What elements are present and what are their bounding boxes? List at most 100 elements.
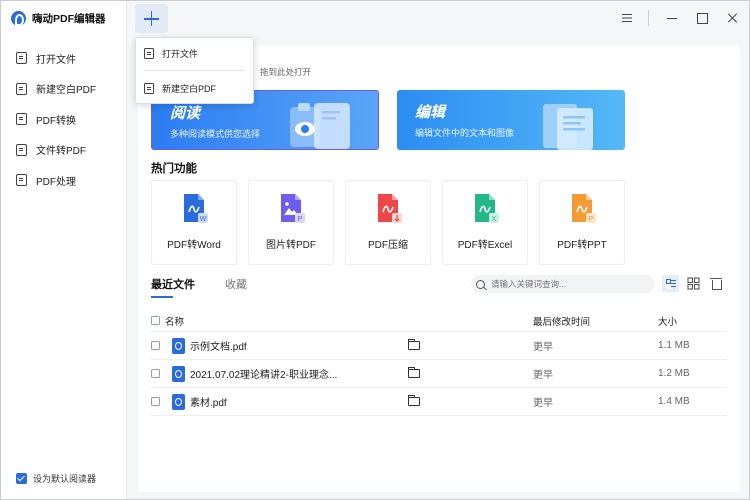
search-icon [476,279,485,289]
row-name-cell: 素材.pdf [151,393,533,410]
header-name: 名称 [165,316,185,328]
sidebar-item-file-to-pdf[interactable]: 文件转PDF [1,135,127,166]
new-pdf-icon [16,82,27,95]
tab-favorites[interactable]: 收藏 [225,276,247,298]
pdf-to-ppt-icon: P [572,194,596,223]
table-header: 名称 最后修改时间 大小 [151,310,727,332]
file-name[interactable]: 素材.pdf [190,394,408,409]
app-window: 嗨动PDF编辑器 打开文件 新建空白PDF PDF转换 文件转PDF PDF处理 [0,0,750,500]
image-to-pdf-icon: P [281,194,305,223]
default-reader-toggle[interactable]: 设为默认阅读器 [16,472,96,485]
sidebar-item-label: PDF转换 [36,115,76,127]
table-row[interactable]: 示例文档.pdf 更早 1.1 MB [151,332,727,360]
add-button[interactable] [135,4,168,33]
hot-features-title: 热门功能 [151,163,197,175]
row-checkbox[interactable] [151,397,160,406]
edit-banner[interactable]: 编辑 编辑文件中的文本和图像 [397,90,625,150]
pdf-convert-icon [16,113,27,126]
tool-label: PDF转Excel [457,240,513,251]
row-checkbox[interactable] [151,369,160,378]
tab-recent-files[interactable]: 最近文件 [151,276,195,298]
tool-label: 图片转PDF [266,240,316,251]
list-view-icon[interactable] [662,275,679,292]
sidebar-item-label: 文件转PDF [36,146,86,158]
edit-banner-subtitle: 编辑文件中的文本和图像 [415,128,515,138]
file-name[interactable]: 2021.07.02理论精讲2-职业理念... [190,366,408,381]
select-all-checkbox[interactable] [151,316,160,325]
new-pdf-icon [144,82,154,94]
sidebar-item-new-blank-pdf[interactable]: 新建空白PDF [1,74,127,105]
row-name-cell: 2021.07.02理论精讲2-职业理念... [151,365,533,382]
svg-text:P: P [589,216,594,223]
sidebar-item-pdf-convert[interactable]: PDF转换 [1,104,127,135]
sidebar-item-label: 新建空白PDF [36,85,96,97]
add-dropdown-menu: 打开文件 新建空白PDF [135,37,254,104]
pdf-file-icon [172,393,185,410]
pdf-file-icon [172,337,185,354]
sidebar-nav: 打开文件 新建空白PDF PDF转换 文件转PDF PDF处理 [1,43,127,196]
pdf-process-icon [16,174,27,187]
menu-item-label: 打开文件 [162,48,199,59]
table-row[interactable]: 素材.pdf 更早 1.4 MB [151,388,727,416]
main-panel: 拖到此处打开 阅读 多种阅读模式供您选择 编辑 编辑文件中的文本和图像 热门功能… [138,46,740,492]
row-checkbox[interactable] [151,341,160,350]
tool-image-to-pdf[interactable]: P 图片转PDF [248,180,334,265]
close-icon[interactable] [725,11,739,25]
minimize-icon[interactable] [665,11,679,25]
pdf-to-word-icon: W [184,194,208,223]
file-table: 名称 最后修改时间 大小 示例文档.pdf 更早 1.1 MB 2021.07.… [151,310,727,416]
pdf-file-icon [172,365,185,382]
divider [648,10,649,26]
read-banner-title: 阅读 [170,105,201,122]
menu-item-label: 新建空白PDF [162,83,217,94]
pdf-compress-icon [378,194,402,223]
tool-pdf-compress[interactable]: PDF压缩 [345,180,431,265]
file-time: 更早 [533,342,553,353]
open-folder-icon[interactable] [408,367,420,378]
tool-pdf-to-excel[interactable]: X PDF转Excel [442,180,528,265]
brand: 嗨动PDF编辑器 [11,9,106,27]
tool-grid: W PDF转Word P 图片转PDF PDF压缩 X PDF转Excel P … [151,180,636,265]
grid-view-glyph [687,277,700,290]
file-name[interactable]: 示例文档.pdf [190,338,408,353]
sidebar-item-pdf-process[interactable]: PDF处理 [1,165,127,196]
sidebar-item-open-file[interactable]: 打开文件 [1,43,127,74]
grid-view-icon[interactable] [685,275,702,292]
table-row[interactable]: 2021.07.02理论精讲2-职业理念... 更早 1.2 MB [151,360,727,388]
view-buttons [662,275,731,292]
menu-icon[interactable] [620,11,634,25]
file-time: 更早 [533,398,553,409]
file-size: 1.2 MB [658,368,690,379]
menu-item-new-blank-pdf[interactable]: 新建空白PDF [136,73,253,103]
tool-pdf-to-word[interactable]: W PDF转Word [151,180,237,265]
header-size: 大小 [658,316,678,328]
read-banner-subtitle: 多种阅读模式供您选择 [170,129,261,139]
trash-icon[interactable] [708,275,725,292]
sidebar-item-label: PDF处理 [36,176,76,188]
svg-text:W: W [200,216,207,223]
app-logo-icon [11,10,26,26]
tool-label: PDF转Word [167,240,221,251]
open-file-icon [16,52,27,65]
menu-item-open-file[interactable]: 打开文件 [136,38,253,68]
maximize-icon[interactable] [695,11,709,25]
sidebar-item-label: 打开文件 [36,54,76,66]
read-illustration-icon [290,103,350,149]
tool-pdf-to-ppt[interactable]: P PDF转PPT [539,180,625,265]
svg-text:X: X [492,216,497,223]
file-size: 1.1 MB [658,340,690,351]
default-reader-checkbox[interactable] [16,473,27,484]
file-to-pdf-icon [16,143,27,156]
pdf-to-excel-icon: X [475,194,499,223]
default-reader-label: 设为默认阅读器 [33,474,97,484]
tool-label: PDF转PPT [557,240,607,251]
header-name-cell: 名称 [151,314,533,328]
file-time: 更早 [533,370,553,381]
app-name: 嗨动PDF编辑器 [32,12,106,25]
open-folder-icon[interactable] [408,339,420,350]
tool-label: PDF压缩 [368,240,408,251]
search-input[interactable] [491,279,641,289]
open-folder-icon[interactable] [408,395,420,406]
sidebar: 嗨动PDF编辑器 打开文件 新建空白PDF PDF转换 文件转PDF PDF处理 [1,1,127,499]
drop-tip: 拖到此处打开 [260,67,312,77]
